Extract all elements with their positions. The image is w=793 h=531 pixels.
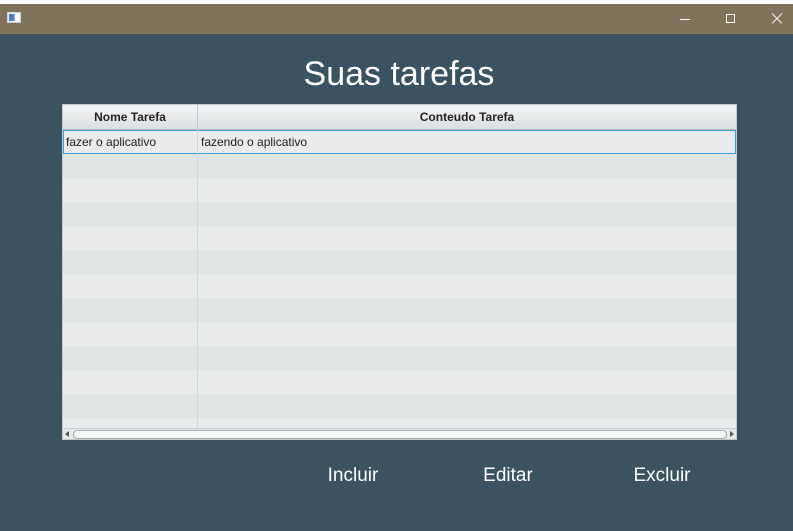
empty-cell bbox=[63, 178, 198, 202]
cell-conteudo-tarefa[interactable]: fazendo o aplicativo bbox=[198, 130, 736, 154]
empty-cell bbox=[63, 250, 198, 274]
empty-row bbox=[63, 346, 736, 370]
column-header-nome-tarefa[interactable]: Nome Tarefa bbox=[63, 105, 198, 129]
scroll-left-icon[interactable] bbox=[65, 431, 69, 437]
excluir-button[interactable]: Excluir bbox=[622, 460, 702, 490]
empty-row bbox=[63, 250, 736, 274]
empty-cell bbox=[63, 154, 198, 178]
table-row[interactable]: fazer o aplicativo fazendo o aplicativo bbox=[63, 130, 736, 154]
close-icon[interactable] bbox=[754, 4, 793, 34]
page-title: Suas tarefas bbox=[303, 55, 495, 93]
empty-cell bbox=[63, 274, 198, 298]
empty-row bbox=[63, 154, 736, 178]
empty-row bbox=[63, 226, 736, 250]
empty-cell bbox=[63, 394, 198, 418]
incluir-button[interactable]: Incluir bbox=[313, 460, 393, 490]
tasks-table[interactable]: Nome Tarefa Conteudo Tarefa fazer o apli… bbox=[62, 104, 737, 440]
scrollbar-thumb[interactable] bbox=[73, 430, 727, 439]
empty-row bbox=[63, 322, 736, 346]
empty-row bbox=[63, 274, 736, 298]
horizontal-scrollbar[interactable] bbox=[63, 428, 736, 439]
table-header: Nome Tarefa Conteudo Tarefa bbox=[63, 105, 736, 130]
minimize-icon[interactable] bbox=[662, 4, 708, 34]
maximize-icon[interactable] bbox=[708, 4, 754, 34]
empty-cell bbox=[63, 370, 198, 394]
empty-row bbox=[63, 202, 736, 226]
empty-row bbox=[63, 178, 736, 202]
empty-cell bbox=[63, 226, 198, 250]
empty-cell bbox=[63, 322, 198, 346]
empty-row bbox=[63, 370, 736, 394]
column-header-conteudo-tarefa[interactable]: Conteudo Tarefa bbox=[198, 105, 736, 129]
cell-nome-tarefa[interactable]: fazer o aplicativo bbox=[63, 130, 198, 154]
empty-cell bbox=[63, 298, 198, 322]
empty-cell bbox=[63, 346, 198, 370]
editar-button[interactable]: Editar bbox=[468, 460, 548, 490]
scroll-right-icon[interactable] bbox=[730, 431, 734, 437]
java-app-icon[interactable] bbox=[7, 12, 21, 23]
empty-row bbox=[63, 394, 736, 418]
empty-row bbox=[63, 298, 736, 322]
empty-cell bbox=[63, 202, 198, 226]
table-body[interactable]: fazer o aplicativo fazendo o aplicativo bbox=[63, 130, 736, 439]
